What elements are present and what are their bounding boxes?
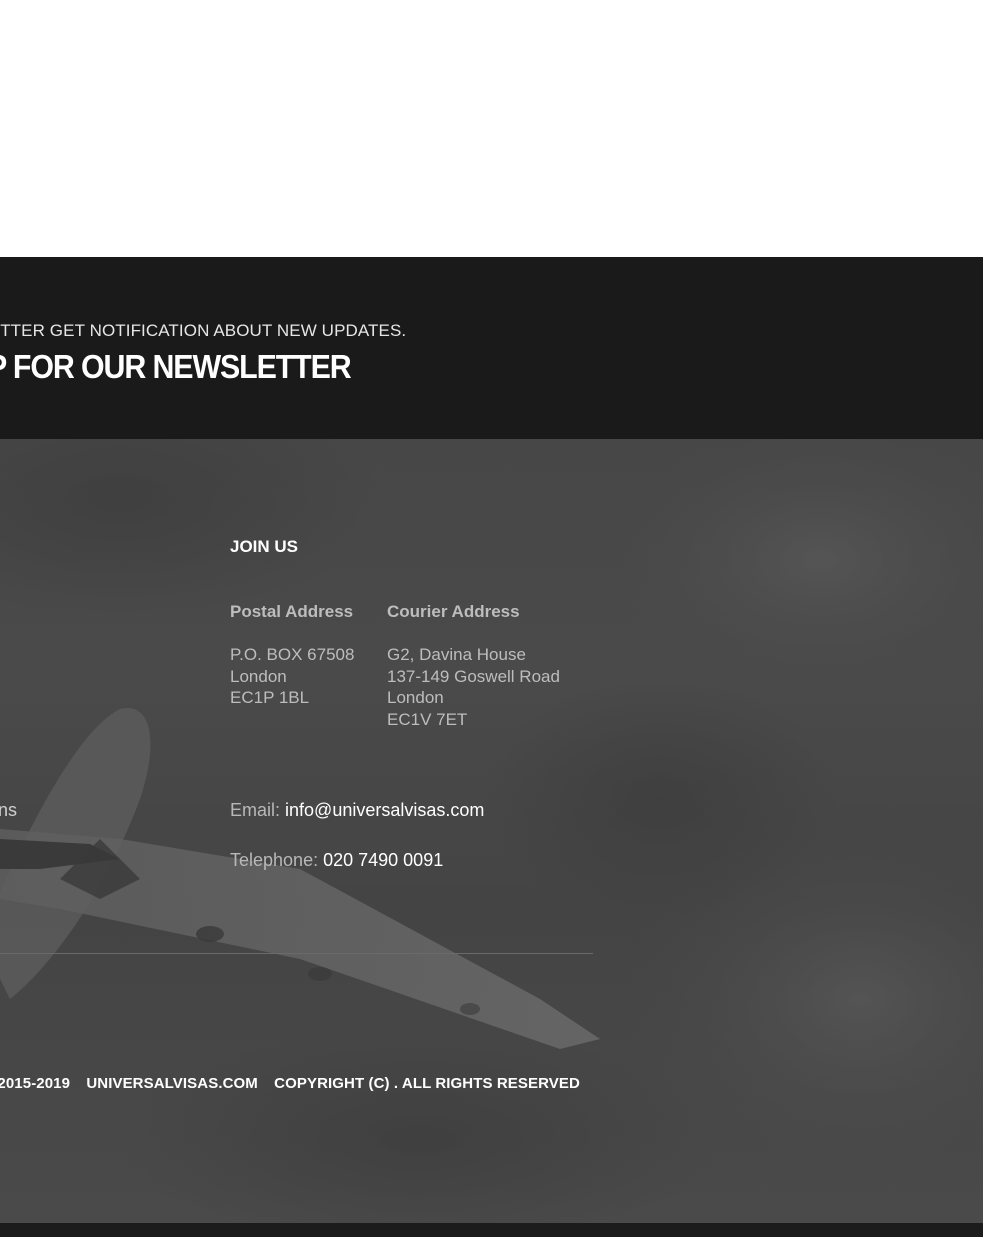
join-us-heading: JOIN US [230, 537, 299, 556]
page: RIBE OUR NEWSLETTER GET NOTIFICATION ABO… [0, 0, 983, 1237]
telephone-line: Telephone: 020 7490 0091 [230, 850, 443, 871]
postal-address-lines: P.O. BOX 67508 London EC1P 1BL [230, 644, 354, 709]
telephone-link[interactable]: 020 7490 0091 [323, 850, 443, 870]
postal-line: EC1P 1BL [230, 688, 310, 708]
courier-address-lines: G2, Davina House 137-149 Goswell Road Lo… [387, 644, 560, 730]
postal-line: P.O. BOX 67508 [230, 645, 355, 664]
footer-divider [0, 953, 593, 954]
courier-line: London [387, 688, 444, 708]
copyright-text: © 2015-2019 UNIVERSALVISAS.COM COPYRIGHT… [0, 1075, 592, 1092]
copyright-years: © 2015-2019 [0, 1075, 71, 1092]
postal-line: London [230, 666, 287, 686]
newsletter-subtitle: RIBE OUR NEWSLETTER GET NOTIFICATION ABO… [0, 321, 407, 340]
copyright-site: UNIVERSALVISAS.COM [86, 1075, 258, 1092]
courier-line: 137-149 Goswell Road [387, 666, 560, 686]
footer-link-fragment[interactable]: ons [0, 800, 17, 821]
email-link[interactable]: info@universalvisas.com [285, 800, 484, 820]
bottom-bar [0, 1223, 983, 1237]
courier-address-label: Courier Address [387, 602, 520, 621]
email-line: Email: info@universalvisas.com [230, 800, 484, 821]
telephone-label: Telephone: [230, 850, 319, 870]
newsletter-title: N UP FOR OUR NEWSLETTER [0, 348, 352, 385]
copyright-rights: COPYRIGHT (C) . ALL RIGHTS RESERVED [274, 1075, 580, 1092]
courier-line: G2, Davina House [387, 645, 526, 664]
email-label: Email: [230, 800, 281, 820]
site-footer: JOIN US Postal Address P.O. BOX 67508 Lo… [0, 439, 983, 1223]
airplane-background-image [0, 439, 983, 1223]
postal-address-label: Postal Address [230, 602, 354, 621]
courier-line: EC1V 7ET [387, 709, 468, 729]
newsletter-band: RIBE OUR NEWSLETTER GET NOTIFICATION ABO… [0, 257, 983, 439]
top-blank-area [0, 0, 983, 257]
